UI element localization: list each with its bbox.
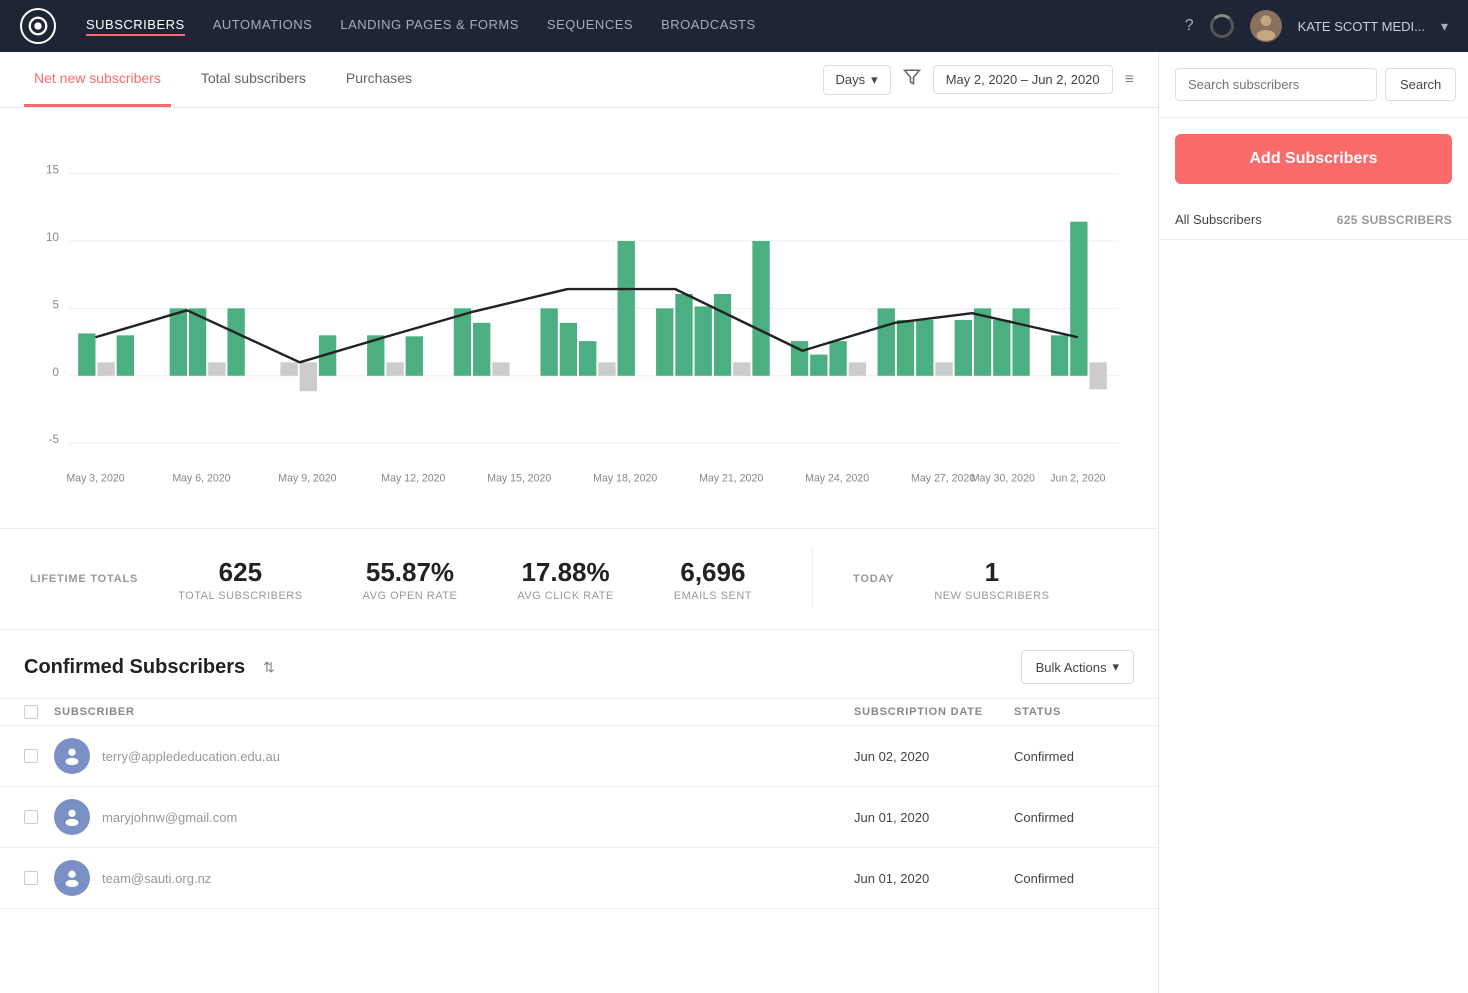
svg-text:May 3, 2020: May 3, 2020 (66, 473, 124, 485)
status-badge-2: Confirmed (1014, 810, 1134, 825)
nav-automations[interactable]: AUTOMATIONS (213, 17, 313, 36)
nav-subscribers[interactable]: SUBSCRIBERS (86, 17, 185, 36)
row-checkbox-1[interactable] (24, 749, 54, 763)
emails-sent-stat: 6,696 EMAILS SENT (674, 557, 752, 602)
search-button[interactable]: Search (1385, 68, 1456, 101)
select-all-checkbox[interactable] (24, 705, 54, 719)
svg-text:May 18, 2020: May 18, 2020 (593, 473, 657, 485)
navbar: SUBSCRIBERS AUTOMATIONS LANDING PAGES & … (0, 0, 1468, 52)
navbar-right: ? KATE SCOTT MEDI... ▾ (1185, 10, 1448, 42)
subscriber-email-3[interactable]: team@sauti.org.nz (102, 871, 854, 886)
table-title: Confirmed Subscribers (24, 656, 245, 679)
help-icon[interactable]: ? (1185, 17, 1194, 35)
lifetime-label: LIFETIME TOTALS (30, 573, 138, 585)
main-wrapper: Net new subscribers Total subscribers Pu… (0, 52, 1468, 993)
avg-click-label: AVG CLICK RATE (517, 590, 613, 602)
avg-click-stat: 17.88% AVG CLICK RATE (517, 557, 613, 602)
table-row: terry@applededucation.edu.au Jun 02, 202… (0, 726, 1158, 787)
table-row: team@sauti.org.nz Jun 01, 2020 Confirmed (0, 848, 1158, 909)
svg-text:May 27, 2020: May 27, 2020 (911, 473, 975, 485)
tab-total[interactable]: Total subscribers (191, 52, 316, 107)
filter-button[interactable] (903, 68, 921, 91)
nav-links: SUBSCRIBERS AUTOMATIONS LANDING PAGES & … (86, 17, 756, 36)
stats-bar: LIFETIME TOTALS 625 TOTAL SUBSCRIBERS 55… (0, 528, 1158, 630)
date-range-picker[interactable]: May 2, 2020 – Jun 2, 2020 (933, 65, 1113, 94)
emails-sent-value: 6,696 (674, 557, 752, 588)
new-subscribers-stat: 1 NEW SUBSCRIBERS (934, 557, 1049, 602)
emails-sent-label: EMAILS SENT (674, 590, 752, 602)
table-section: Confirmed Subscribers ⇅ Bulk Actions ▾ S… (0, 630, 1158, 929)
svg-text:May 30, 2020: May 30, 2020 (971, 473, 1035, 485)
svg-text:May 12, 2020: May 12, 2020 (381, 473, 445, 485)
new-subs-label: NEW SUBSCRIBERS (934, 590, 1049, 602)
svg-text:Jun 2, 2020: Jun 2, 2020 (1050, 473, 1105, 485)
chart-container: 15 10 5 0 -5 (0, 108, 1158, 528)
total-subscribers-stat: 625 TOTAL SUBSCRIBERS (178, 557, 302, 602)
user-chevron[interactable]: ▾ (1441, 18, 1448, 35)
loading-spinner (1210, 14, 1234, 38)
svg-text:5: 5 (52, 299, 58, 311)
add-subscribers-button[interactable]: Add Subscribers (1175, 134, 1452, 184)
col-subscriber-header: SUBSCRIBER (54, 706, 854, 718)
tabs-controls: Days ▾ May 2, 2020 – Jun 2, 2020 ≡ (823, 65, 1134, 95)
sort-arrows[interactable]: ⇅ (263, 659, 275, 676)
nav-sequences[interactable]: SEQUENCES (547, 17, 633, 36)
all-subscribers-section: All Subscribers 625 SUBSCRIBERS (1159, 200, 1468, 240)
svg-text:May 6, 2020: May 6, 2020 (172, 473, 230, 485)
svg-text:May 21, 2020: May 21, 2020 (699, 473, 763, 485)
days-dropdown[interactable]: Days ▾ (823, 65, 891, 95)
search-input[interactable] (1175, 68, 1377, 101)
row-checkbox-2[interactable] (24, 810, 54, 824)
row-checkbox-3[interactable] (24, 871, 54, 885)
subscriber-email-1[interactable]: terry@applededucation.edu.au (102, 749, 854, 764)
sidebar-panel: Search Add Subscribers All Subscribers 6… (1158, 52, 1468, 993)
sidebar-search: Search (1159, 52, 1468, 118)
subscription-date-3: Jun 01, 2020 (854, 871, 1014, 886)
avg-open-stat: 55.87% AVG OPEN RATE (363, 557, 458, 602)
app-logo[interactable] (20, 8, 56, 44)
all-subscribers-count: 625 SUBSCRIBERS (1337, 213, 1452, 227)
total-subscribers-value: 625 (178, 557, 302, 588)
avg-open-value: 55.87% (363, 557, 458, 588)
status-badge-1: Confirmed (1014, 749, 1134, 764)
content-area: Net new subscribers Total subscribers Pu… (0, 52, 1158, 993)
avg-open-label: AVG OPEN RATE (363, 590, 458, 602)
avg-click-value: 17.88% (517, 557, 613, 588)
subscriber-avatar-3 (54, 860, 90, 896)
col-status-header: STATUS (1014, 706, 1134, 718)
status-badge-3: Confirmed (1014, 871, 1134, 886)
user-menu[interactable]: KATE SCOTT MEDI... (1298, 19, 1425, 34)
subscription-date-1: Jun 02, 2020 (854, 749, 1014, 764)
svg-text:15: 15 (46, 165, 59, 177)
new-subs-value: 1 (934, 557, 1049, 588)
svg-text:May 15, 2020: May 15, 2020 (487, 473, 551, 485)
all-subscribers-label[interactable]: All Subscribers (1175, 212, 1262, 227)
tab-purchases[interactable]: Purchases (336, 52, 422, 107)
avatar[interactable] (1250, 10, 1282, 42)
subscription-date-2: Jun 01, 2020 (854, 810, 1014, 825)
table-row: maryjohnw@gmail.com Jun 01, 2020 Confirm… (0, 787, 1158, 848)
subscriber-avatar-1 (54, 738, 90, 774)
tab-net-new[interactable]: Net new subscribers (24, 52, 171, 107)
subscriber-avatar-2 (54, 799, 90, 835)
svg-text:May 9, 2020: May 9, 2020 (278, 473, 336, 485)
total-subscribers-label: TOTAL SUBSCRIBERS (178, 590, 302, 602)
table-col-headers: SUBSCRIBER SUBSCRIPTION DATE STATUS (0, 698, 1158, 726)
bar-chart: 15 10 5 0 -5 (30, 128, 1128, 508)
divider (812, 549, 813, 609)
date-range-options[interactable]: ≡ (1125, 71, 1134, 89)
svg-text:May 24, 2020: May 24, 2020 (805, 473, 869, 485)
bulk-actions-button[interactable]: Bulk Actions ▾ (1021, 650, 1134, 684)
svg-text:0: 0 (52, 367, 58, 379)
svg-text:-5: -5 (49, 434, 59, 446)
nav-landing-pages[interactable]: LANDING PAGES & FORMS (340, 17, 519, 36)
svg-text:10: 10 (46, 232, 59, 244)
table-header-row: Confirmed Subscribers ⇅ Bulk Actions ▾ (0, 650, 1158, 698)
subscriber-email-2[interactable]: maryjohnw@gmail.com (102, 810, 854, 825)
nav-broadcasts[interactable]: BROADCASTS (661, 17, 756, 36)
today-label: TODAY (853, 573, 894, 585)
col-date-header: SUBSCRIPTION DATE (854, 706, 1014, 718)
tabs-bar: Net new subscribers Total subscribers Pu… (0, 52, 1158, 108)
